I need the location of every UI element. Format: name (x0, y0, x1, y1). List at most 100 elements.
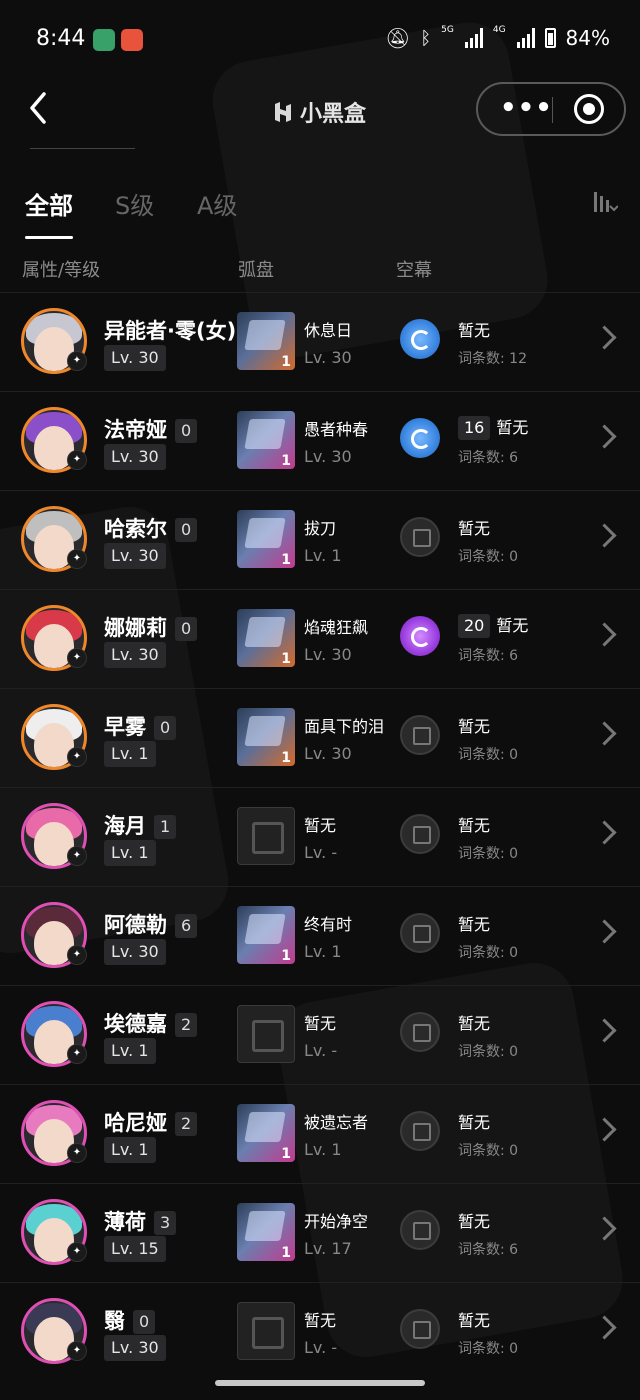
core-number: 20 (458, 614, 491, 638)
core-value-text: 暂无 (458, 1113, 491, 1132)
character-name-text: 阿德勒 (104, 913, 167, 937)
sort-icon[interactable] (592, 190, 618, 214)
character-row[interactable]: ✦ 异能者·零(女) Lv. 30 1 休息日 Lv. 30 暂无 词条数: 12 (0, 292, 640, 391)
disc-name: 暂无 (304, 1311, 337, 1330)
disc-name: 休息日 (304, 321, 353, 340)
tab-s-rank[interactable]: S级 (115, 186, 154, 221)
character-row[interactable]: ✦ 早雾 0 Lv. 1 1 面具下的泪 Lv. 30 暂无 词条数: 0 (0, 688, 640, 787)
photo-app-icon (121, 29, 143, 51)
disc-name: 拔刀 (304, 519, 337, 538)
core-entry-count: 词条数: 0 (458, 1341, 519, 1357)
tab-a-rank[interactable]: A级 (197, 186, 237, 221)
core-entry-count: 词条数: 6 (458, 450, 519, 466)
character-name: 薄荷 3 (104, 1206, 177, 1236)
chevron-right-icon[interactable] (592, 325, 617, 350)
element-badge-icon: ✦ (67, 450, 87, 470)
element-badge-icon: ✦ (67, 1242, 87, 1262)
chevron-right-icon[interactable] (592, 721, 617, 746)
core-value: 暂无 (458, 911, 490, 935)
core-value: 暂无 (458, 1109, 490, 1133)
tab-all[interactable]: 全部 (25, 186, 73, 221)
constellation-tag: 0 (175, 617, 198, 641)
disc-name: 开始净空 (304, 1212, 369, 1231)
disc-image: 1 (237, 708, 295, 766)
disc-art (244, 320, 286, 350)
chevron-right-icon[interactable] (592, 622, 617, 647)
character-row[interactable]: ✦ 法帝娅 0 Lv. 30 1 愚者种春 Lv. 30 16 暂无 词条数: 6 (0, 391, 640, 490)
shield-app-icon (93, 29, 115, 51)
character-level: Lv. 30 (104, 345, 166, 371)
signal-4g-icon (516, 28, 535, 48)
disc-name: 终有时 (304, 915, 353, 934)
chevron-right-icon[interactable] (592, 523, 617, 548)
character-name-text: 法帝娅 (104, 418, 167, 442)
core-entry-count: 词条数: 6 (458, 1242, 519, 1258)
character-name: 早雾 0 (104, 711, 177, 741)
tab-active-indicator (25, 236, 73, 239)
capsule-divider (552, 97, 553, 123)
character-name-text: 娜娜莉 (104, 616, 167, 640)
core-value: 暂无 (458, 713, 490, 737)
status-time: 8:44 (36, 26, 86, 51)
disc-art (252, 1020, 284, 1052)
character-level: Lv. 1 (104, 1137, 156, 1163)
disc-image (237, 807, 295, 865)
core-entry-count: 词条数: 12 (458, 351, 527, 367)
disc-name: 面具下的泪 (304, 717, 385, 736)
chevron-right-icon[interactable] (592, 1216, 617, 1241)
character-row[interactable]: ✦ 埃德嘉 2 Lv. 1 暂无 Lv. - 暂无 词条数: 0 (0, 985, 640, 1084)
core-value-text: 暂无 (458, 1311, 491, 1330)
core-value-text: 暂无 (458, 1014, 491, 1033)
constellation-tag: 3 (154, 1211, 177, 1235)
character-row[interactable]: ✦ 哈索尔 0 Lv. 30 1 拔刀 Lv. 1 暂无 词条数: 0 (0, 490, 640, 589)
character-row[interactable]: ✦ 阿德勒 6 Lv. 30 1 终有时 Lv. 1 暂无 词条数: 0 (0, 886, 640, 985)
chevron-right-icon[interactable] (592, 1117, 617, 1142)
character-level: Lv. 30 (104, 1335, 166, 1361)
back-arrow-icon[interactable] (22, 88, 62, 128)
disc-image: 1 (237, 609, 295, 667)
network-4g-label: 4G (492, 25, 506, 35)
disc-level: Lv. - (304, 1338, 338, 1357)
disc-art (252, 822, 284, 854)
column-header-attr-level: 属性/等级 (22, 260, 101, 281)
home-indicator[interactable] (215, 1380, 425, 1386)
disc-image: 1 (237, 312, 295, 370)
chevron-right-icon[interactable] (592, 919, 617, 944)
core-entry-count: 词条数: 0 (458, 846, 519, 862)
character-row[interactable]: ✦ 海月 1 Lv. 1 暂无 Lv. - 暂无 词条数: 0 (0, 787, 640, 886)
tab-bar: 全部 S级 A级 (0, 186, 640, 240)
character-row[interactable]: ✦ 薄荷 3 Lv. 15 1 开始净空 Lv. 17 暂无 词条数: 6 (0, 1183, 640, 1282)
more-icon[interactable]: ••• (500, 95, 553, 121)
disc-level: Lv. 17 (304, 1239, 352, 1258)
disc-level: Lv. 30 (304, 645, 352, 664)
chevron-right-icon[interactable] (592, 820, 617, 845)
character-name: 哈索尔 0 (104, 513, 198, 543)
core-icon (400, 517, 440, 557)
element-badge-icon: ✦ (67, 549, 87, 569)
character-row[interactable]: ✦ 娜娜莉 0 Lv. 30 1 焰魂狂飙 Lv. 30 20 暂无 词条数: 6 (0, 589, 640, 688)
character-row[interactable]: ✦ 翳 0 Lv. 30 暂无 Lv. - 暂无 词条数: 0 (0, 1282, 640, 1381)
core-icon (400, 715, 440, 755)
disc-level: Lv. - (304, 843, 338, 862)
nav-bar: 小黑盒 ••• (0, 80, 640, 150)
core-entry-count: 词条数: 0 (458, 1143, 519, 1159)
chevron-right-icon[interactable] (592, 1315, 617, 1340)
bluetooth-icon: ᛒ (420, 27, 432, 49)
core-icon (400, 1309, 440, 1349)
signal-5g-icon (464, 28, 483, 48)
close-target-icon[interactable] (574, 94, 604, 124)
core-value: 暂无 (458, 1208, 490, 1232)
chevron-right-icon[interactable] (592, 1018, 617, 1043)
app-title: 小黑盒 (272, 96, 366, 128)
chevron-right-icon[interactable] (592, 424, 617, 449)
disc-image: 1 (237, 906, 295, 964)
character-name-text: 哈尼娅 (104, 1111, 167, 1135)
disc-count: 1 (281, 1245, 291, 1261)
core-value: 16 暂无 (458, 414, 528, 440)
character-level: Lv. 30 (104, 444, 166, 470)
core-value: 20 暂无 (458, 612, 528, 638)
core-value-text: 暂无 (458, 816, 491, 835)
character-level: Lv. 30 (104, 642, 166, 668)
core-entry-count: 词条数: 0 (458, 1044, 519, 1060)
character-row[interactable]: ✦ 哈尼娅 2 Lv. 1 1 被遗忘者 Lv. 1 暂无 词条数: 0 (0, 1084, 640, 1183)
